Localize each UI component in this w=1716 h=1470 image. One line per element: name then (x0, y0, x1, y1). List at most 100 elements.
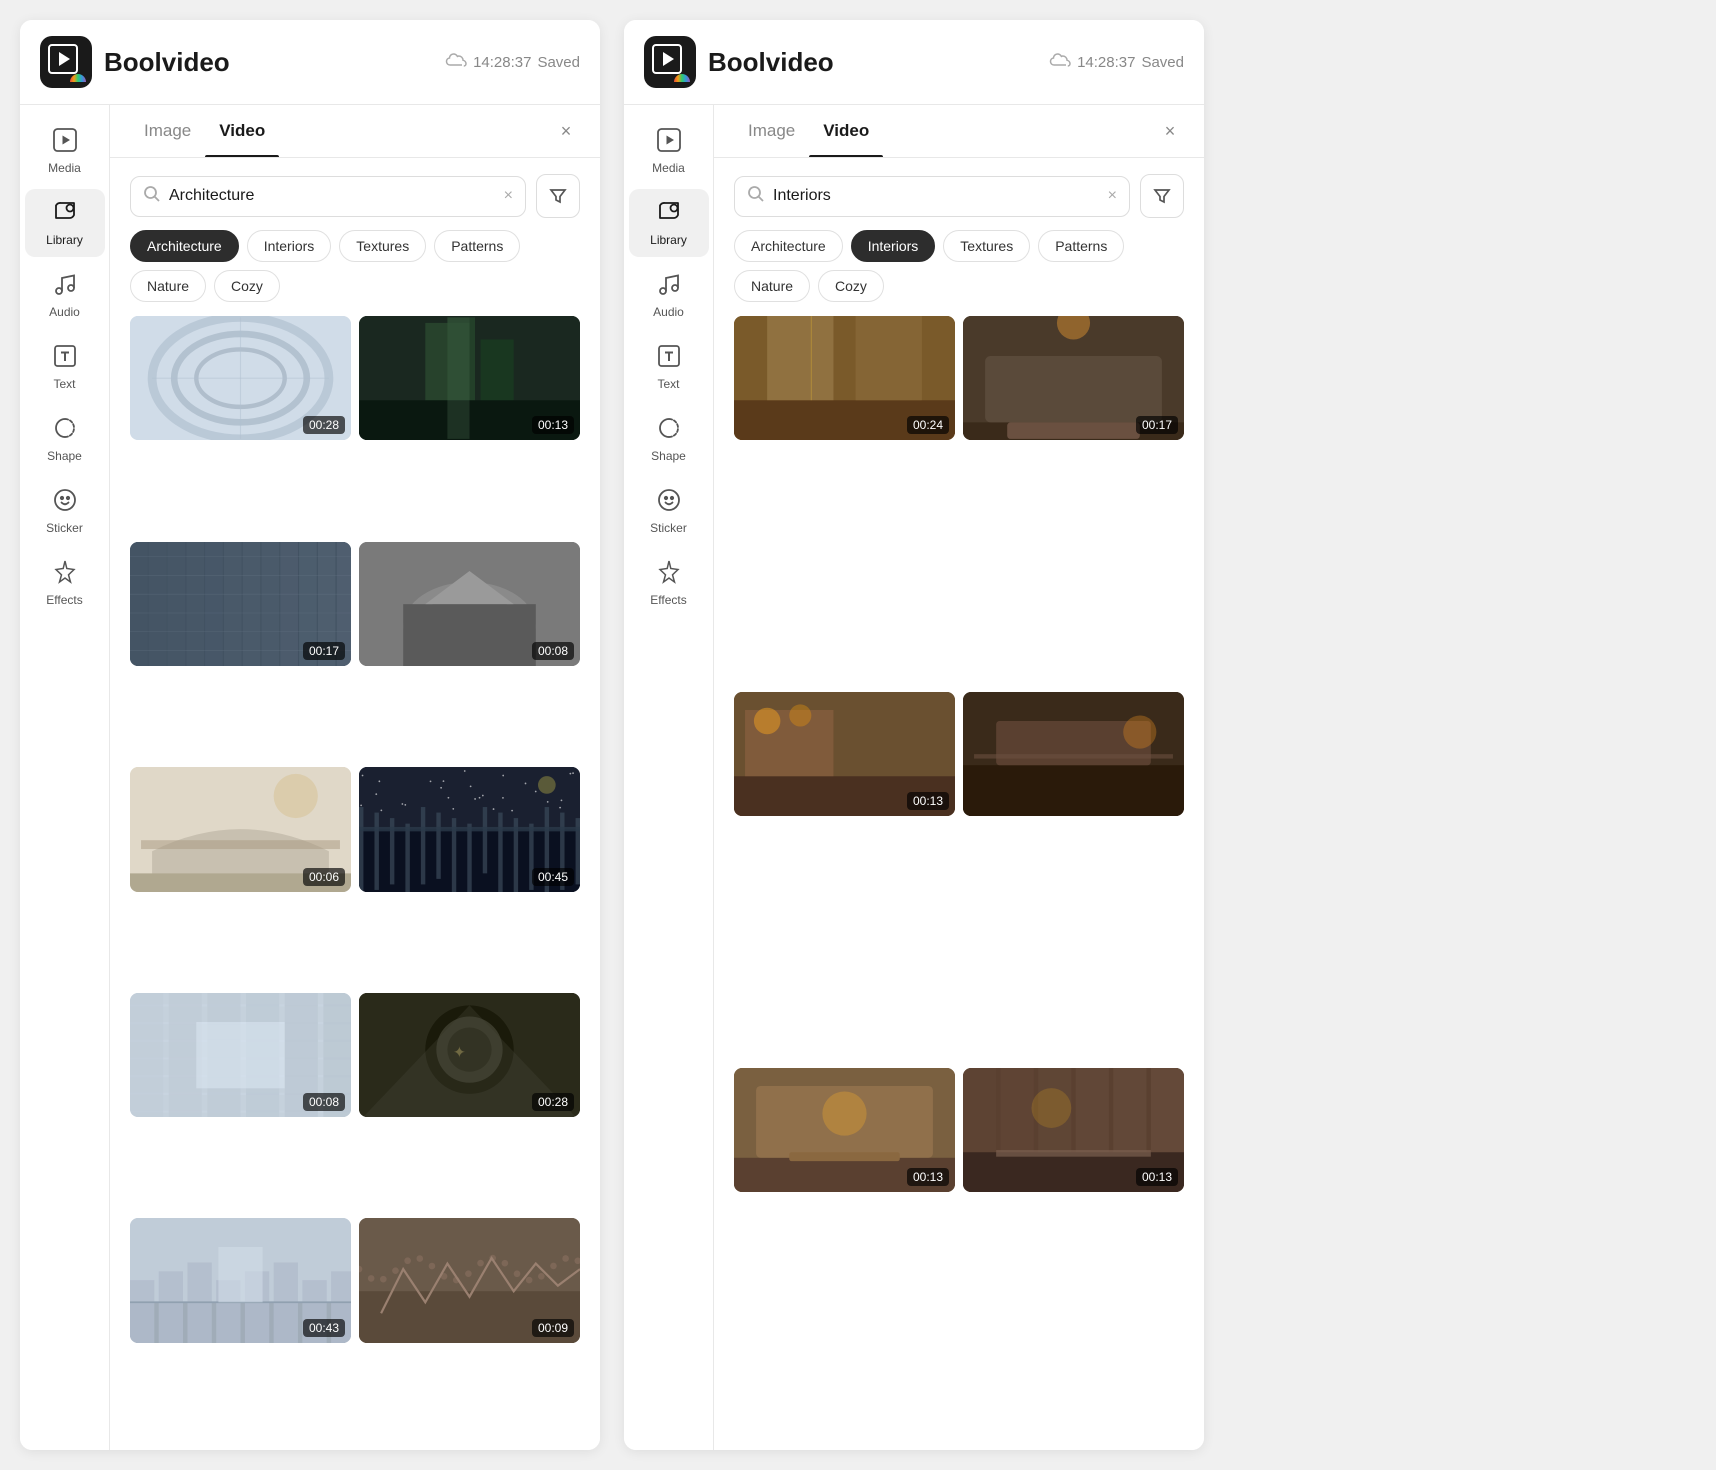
tag-nature[interactable]: Nature (130, 270, 206, 302)
sidebar-item-media[interactable]: Media (629, 117, 709, 185)
tag-architecture[interactable]: Architecture (734, 230, 843, 262)
video-thumbnail[interactable]: 00:45 (359, 767, 580, 891)
video-thumbnail[interactable]: 00:13 (963, 1068, 1184, 1192)
video-duration-badge: 00:17 (303, 642, 345, 660)
sidebar-item-effects[interactable]: Effects (25, 549, 105, 617)
video-thumbnail[interactable]: 00:09 (359, 1218, 580, 1342)
sidebar-item-library[interactable]: Library (25, 189, 105, 257)
video-duration-badge: 00:13 (532, 416, 574, 434)
video-duration-badge: 00:08 (303, 1093, 345, 1111)
tag-cozy[interactable]: Cozy (818, 270, 884, 302)
search-input[interactable] (773, 187, 1100, 205)
video-thumbnail[interactable]: 00:43 (130, 1218, 351, 1342)
panel-content: ImageVideo × × ArchitectureInteriorsTextu… (714, 105, 1204, 1450)
search-icon (747, 185, 765, 208)
timestamp: 14:28:37 (1077, 54, 1135, 71)
logo-play-icon (59, 52, 70, 66)
sidebar-item-audio[interactable]: Audio (629, 261, 709, 329)
sidebar-item-label-text: Text (657, 377, 679, 391)
text-icon (52, 343, 78, 373)
search-input-wrap: × (130, 176, 526, 217)
logo-rainbow (70, 74, 86, 82)
tag-interiors[interactable]: Interiors (851, 230, 936, 262)
sidebar-item-label-effects: Effects (650, 593, 686, 607)
app-body: Media Library Audio Text Shape (20, 105, 600, 1450)
filter-button[interactable] (1140, 174, 1184, 218)
sidebar-item-shape[interactable]: Shape (25, 405, 105, 473)
sticker-icon (656, 487, 682, 517)
video-thumbnail[interactable]: 00:13 (359, 316, 580, 440)
sidebar-item-sticker[interactable]: Sticker (629, 477, 709, 545)
filter-button[interactable] (536, 174, 580, 218)
logo-square (652, 44, 682, 74)
tag-textures[interactable]: Textures (339, 230, 426, 262)
tag-patterns[interactable]: Patterns (1038, 230, 1124, 262)
audio-icon (52, 271, 78, 301)
video-grid: 00:28 00:13 00:17 (110, 302, 600, 1450)
sidebar-item-library[interactable]: Library (629, 189, 709, 257)
video-thumbnail[interactable]: 00:13 (734, 1068, 955, 1192)
sidebar-item-text[interactable]: Text (629, 333, 709, 401)
search-input[interactable] (169, 187, 496, 205)
tag-cozy[interactable]: Cozy (214, 270, 280, 302)
video-duration-badge: 00:13 (907, 1168, 949, 1186)
sidebar-item-audio[interactable]: Audio (25, 261, 105, 329)
video-thumbnail[interactable]: 00:24 (734, 316, 955, 440)
tag-interiors[interactable]: Interiors (247, 230, 332, 262)
video-thumbnail[interactable]: 00:08 (359, 542, 580, 666)
tab-image[interactable]: Image (734, 105, 809, 157)
video-thumbnail[interactable]: 00:08 (130, 993, 351, 1117)
effects-icon (52, 559, 78, 589)
sidebar-item-media[interactable]: Media (25, 117, 105, 185)
sidebar-item-shape[interactable]: Shape (629, 405, 709, 473)
video-thumbnail[interactable]: 00:13 (734, 692, 955, 816)
sidebar: Media Library Audio Text Shape (20, 105, 110, 1450)
app-body: Media Library Audio Text Shape (624, 105, 1204, 1450)
tab-close-button[interactable]: × (552, 117, 580, 145)
sidebar-item-label-shape: Shape (47, 449, 82, 463)
library-icon (656, 199, 682, 229)
video-thumbnail[interactable]: 00:06 (130, 767, 351, 891)
cloud-icon (445, 52, 467, 73)
audio-icon (656, 271, 682, 301)
panel-content: ImageVideo × × ArchitectureInteriorsTextu… (110, 105, 600, 1450)
video-thumbnail[interactable] (963, 692, 1184, 816)
video-duration-badge: 00:06 (303, 868, 345, 886)
app-panel-panel-left: Boolvideo 14:28:37 Saved Media Library (20, 20, 600, 1450)
app-panel-panel-right: Boolvideo 14:28:37 Saved Media Library (624, 20, 1204, 1450)
video-duration-badge: 00:08 (532, 642, 574, 660)
tab-video[interactable]: Video (205, 105, 279, 157)
tags-area: ArchitectureInteriorsTexturesPatterns Nat… (714, 218, 1204, 302)
video-duration-badge: 00:28 (303, 416, 345, 434)
logo-square (48, 44, 78, 74)
sidebar-item-sticker[interactable]: Sticker (25, 477, 105, 545)
sidebar-item-text[interactable]: Text (25, 333, 105, 401)
sticker-icon (52, 487, 78, 517)
logo-rainbow (674, 74, 690, 82)
video-thumbnail[interactable]: ✦ 00:28 (359, 993, 580, 1117)
library-icon (52, 199, 78, 229)
tag-patterns[interactable]: Patterns (434, 230, 520, 262)
sidebar-item-label-media: Media (652, 161, 685, 175)
tag-architecture[interactable]: Architecture (130, 230, 239, 262)
tab-image[interactable]: Image (130, 105, 205, 157)
video-thumbnail[interactable]: 00:28 (130, 316, 351, 440)
search-clear-button[interactable]: × (504, 187, 513, 205)
app-header: Boolvideo 14:28:37 Saved (624, 20, 1204, 105)
video-thumbnail[interactable]: 00:17 (963, 316, 1184, 440)
tab-close-button[interactable]: × (1156, 117, 1184, 145)
tag-textures[interactable]: Textures (943, 230, 1030, 262)
video-duration-badge: 00:43 (303, 1319, 345, 1337)
media-icon (52, 127, 78, 157)
search-clear-button[interactable]: × (1108, 187, 1117, 205)
tab-bar: ImageVideo × (714, 105, 1204, 158)
tag-nature[interactable]: Nature (734, 270, 810, 302)
timestamp: 14:28:37 (473, 54, 531, 71)
sidebar-item-label-sticker: Sticker (650, 521, 687, 535)
sidebar-item-effects[interactable]: Effects (629, 549, 709, 617)
video-thumbnail[interactable]: 00:17 (130, 542, 351, 666)
tab-bar: ImageVideo × (110, 105, 600, 158)
header-status: 14:28:37 Saved (445, 52, 580, 73)
sidebar-item-label-audio: Audio (653, 305, 684, 319)
tab-video[interactable]: Video (809, 105, 883, 157)
